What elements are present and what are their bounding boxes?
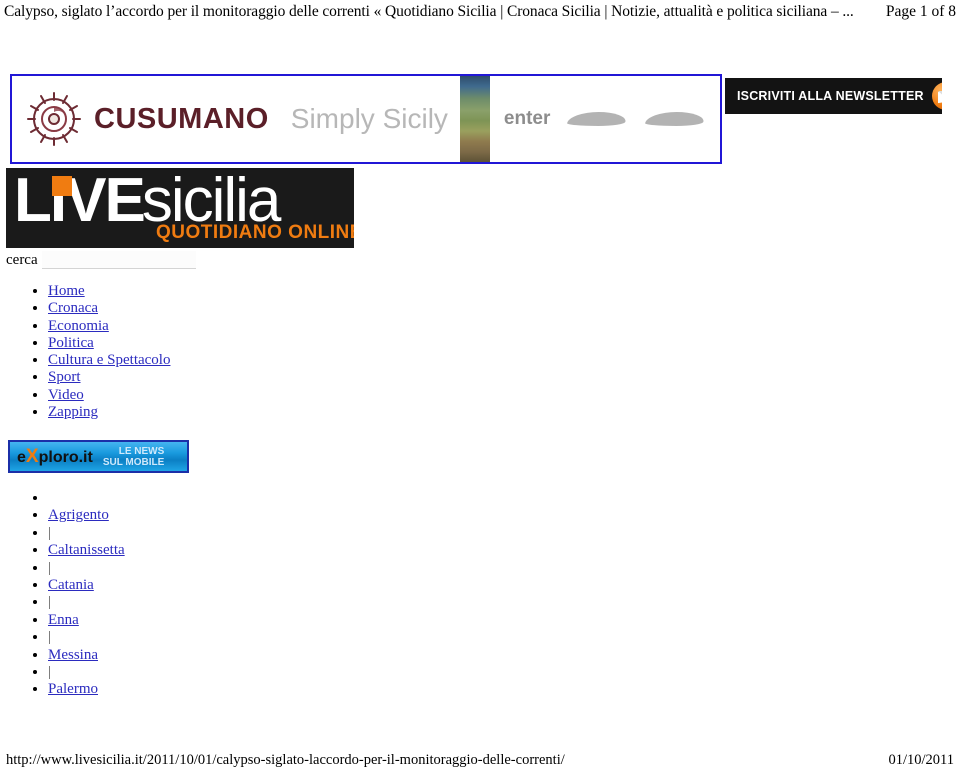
nav-item-cultura-e-spettacolo[interactable]: Cultura e Spettacolo [48,352,170,369]
newsletter-label: ISCRIVITI ALLA NEWSLETTER [737,89,924,103]
print-page-header: Calypso, siglato l’accordo per il monito… [0,0,960,24]
nav-link-economia[interactable]: Economia [48,318,109,334]
city-link-palermo[interactable]: Palermo [48,681,98,697]
footer-source-url: http://www.livesicilia.it/2011/10/01/cal… [6,751,565,768]
nav-link-sport[interactable]: Sport [48,369,81,385]
nav-link-cultura-e-spettacolo[interactable]: Cultura e Spettacolo [48,352,170,368]
city-link-enna[interactable]: Enna [48,612,79,628]
city-item-palermo[interactable]: Palermo [48,681,125,698]
exploro-brand-suffix: ploro.it [38,448,93,466]
vineyard-photo-strip-icon [459,76,490,162]
masthead-live-text: LIVE [14,168,146,235]
city-separator-label: | [48,664,52,681]
city-link-agrigento[interactable]: Agrigento [48,507,109,523]
city-separator: | [48,594,125,611]
cusumano-enter-link[interactable]: enter [504,108,550,130]
search-row: cerca [6,249,196,271]
nav-item-video[interactable]: Video [48,387,170,404]
nav-item-politica[interactable]: Politica [48,335,170,352]
city-link-catania[interactable]: Catania [48,577,94,593]
city-item-enna[interactable]: Enna [48,612,125,629]
city-item-agrigento[interactable]: Agrigento [48,507,125,524]
exploro-tagline: LE NEWS SUL MOBILE [103,446,164,468]
print-page-footer: http://www.livesicilia.it/2011/10/01/cal… [0,749,960,771]
nav-item-zapping[interactable]: Zapping [48,404,170,421]
main-navigation: Home Cronaca Economia Politica Cultura e… [18,283,170,421]
city-separator: | [48,629,125,646]
cusumano-brand-name: CUSUMANO [94,102,269,135]
document-title: Calypso, siglato l’accordo per il monito… [4,3,854,20]
envelope-icon [931,82,942,110]
newsletter-signup-banner[interactable]: ISCRIVITI ALLA NEWSLETTER [725,78,942,114]
nav-link-zapping[interactable]: Zapping [48,404,98,420]
footer-print-date: 01/10/2011 [888,751,954,768]
exploro-brand-prefix: e [17,448,26,466]
city-item-messina[interactable]: Messina [48,647,125,664]
city-separator: | [48,560,125,577]
city-separator-label: | [48,524,52,541]
city-link-messina[interactable]: Messina [48,647,98,663]
nav-item-home[interactable]: Home [48,283,170,300]
city-link-caltanissetta[interactable]: Caltanissetta [48,542,125,558]
exploro-tagline-line2: SUL MOBILE [102,456,165,468]
nav-link-politica[interactable]: Politica [48,335,94,351]
nav-link-cronaca[interactable]: Cronaca [48,300,98,316]
page-number: Page 1 of 8 [885,3,956,20]
city-separator: | [48,664,125,681]
exploro-ad-banner[interactable]: eXploro.it LE NEWS SUL MOBILE [8,440,189,473]
city-item-catania[interactable]: Catania [48,577,125,594]
masthead-subtitle: QUOTIDIANO ONLINE [156,222,354,243]
masthead-accent-square-icon [52,176,72,196]
city-navigation: Agrigento | Caltanissetta | Catania | En… [18,490,125,699]
cusumano-tagline: Simply Sicily [290,103,448,134]
exploro-tagline-line1: LE NEWS [118,445,165,457]
livesicilia-masthead[interactable]: LIVE sicilia QUOTIDIANO ONLINE [6,168,354,248]
wing-ornament-icon [566,112,720,126]
nav-link-home[interactable]: Home [48,283,85,299]
city-item-caltanissetta[interactable]: Caltanissetta [48,542,125,559]
city-separator-label: | [48,559,52,576]
exploro-brand-name: eXploro.it [17,446,93,468]
exploro-brand-x: X [25,445,39,467]
nav-item-sport[interactable]: Sport [48,369,170,386]
search-label: cerca [6,251,38,268]
search-input[interactable] [41,251,196,269]
city-separator-label: | [48,629,52,646]
city-separator: | [48,525,125,542]
city-separator-label: | [48,594,52,611]
top-advertising-strip: CUSUMANO Simply Sicily enter ISCRIVITI A… [0,66,960,166]
nav-item-economia[interactable]: Economia [48,318,170,335]
nav-item-cronaca[interactable]: Cronaca [48,300,170,317]
nav-link-video[interactable]: Video [48,387,84,403]
cusumano-ad-banner[interactable]: CUSUMANO Simply Sicily enter [10,74,722,164]
sun-spiral-logo-icon [24,89,84,149]
city-item-empty [48,490,125,507]
